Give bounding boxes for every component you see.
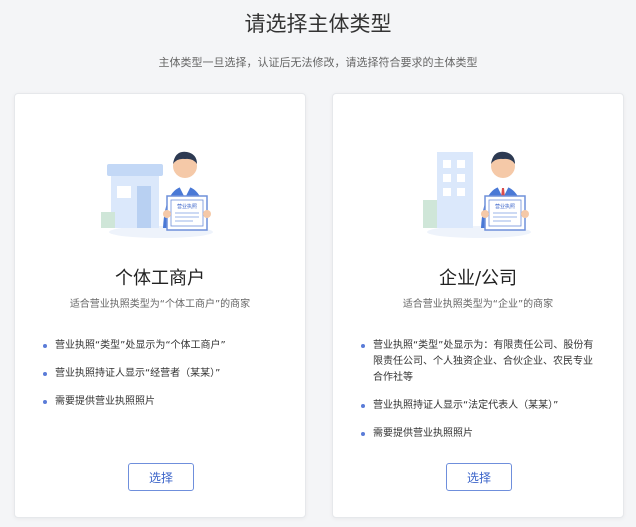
list-item: 营业执照持证人显示“经营者（某某）” <box>43 366 279 382</box>
list-item: 营业执照“类型”处显示为“个体工商户” <box>43 338 279 354</box>
feature-list: 营业执照“类型”处显示为：有限责任公司、股份有限责任公司、个人独资企业、合伙企业… <box>361 338 597 454</box>
feature-list: 营业执照“类型”处显示为“个体工商户” 营业执照持证人显示“经营者（某某）” 需… <box>43 338 279 422</box>
enterprise-representative-illustration: 营业执照 <box>423 151 531 238</box>
bullet-icon <box>43 372 47 376</box>
select-individual-button[interactable]: 选择 <box>128 463 194 491</box>
list-item: 营业执照“类型”处显示为：有限责任公司、股份有限责任公司、个人独资企业、合伙企业… <box>361 338 597 386</box>
list-item: 营业执照持证人显示“法定代表人（某某）” <box>361 398 597 414</box>
list-item: 需要提供营业执照照片 <box>361 426 597 442</box>
bullet-icon <box>361 404 365 408</box>
bullet-icon <box>361 432 365 436</box>
bullet-icon <box>43 400 47 404</box>
card-individual-business[interactable]: 营业执照 个体工商户 适合营业执照类型为“个体工商户”的商家 营业执照“类型”处… <box>14 93 306 518</box>
svg-text:营业执照: 营业执照 <box>495 203 515 210</box>
page-subtitle: 主体类型一旦选择，认证后无法修改，请选择符合要求的主体类型 <box>158 56 478 69</box>
card-description: 适合营业执照类型为“企业”的商家 <box>402 299 554 310</box>
list-item: 需要提供营业执照照片 <box>43 394 279 410</box>
card-description: 适合营业执照类型为“个体工商户”的商家 <box>69 299 251 310</box>
bullet-icon <box>43 344 47 348</box>
svg-text:营业执照: 营业执照 <box>177 203 197 210</box>
select-enterprise-button[interactable]: 选择 <box>446 463 512 491</box>
card-title: 企业/公司 <box>438 268 518 289</box>
page-title: 请选择主体类型 <box>244 12 392 36</box>
bullet-icon <box>361 344 365 348</box>
card-enterprise[interactable]: 营业执照 企业/公司 适合营业执照类型为“企业”的商家 营业执照“类型”处显示为… <box>332 93 624 518</box>
card-title: 个体工商户 <box>115 268 205 289</box>
shop-owner-illustration: 营业执照 <box>101 151 213 238</box>
